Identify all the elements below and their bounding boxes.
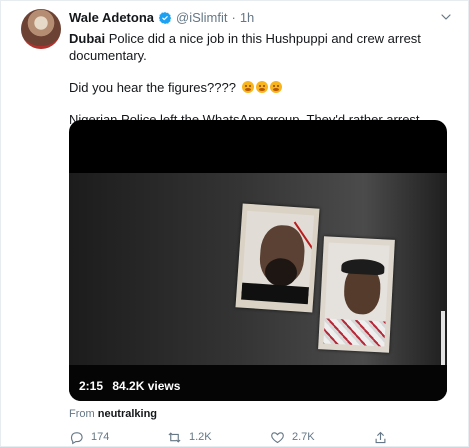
like-action[interactable]: 2.7K	[270, 430, 315, 444]
video-meta: 2:15 84.2K views	[79, 379, 186, 393]
chevron-down-icon[interactable]	[438, 9, 454, 25]
reply-count: 174	[91, 431, 110, 443]
verified-badge-icon	[158, 11, 172, 24]
source-attribution: From neutralking	[69, 408, 157, 420]
suspect-photo-right	[318, 236, 395, 353]
author-name[interactable]: Wale Adetona	[69, 10, 154, 25]
tweet-header: Wale Adetona @iSlimfit · 1h	[69, 10, 254, 25]
tweet-time[interactable]: 1h	[240, 10, 254, 25]
reply-icon	[70, 431, 83, 444]
reply-action[interactable]: 174	[69, 430, 109, 444]
tweet-actions: 174 1.2K 2.7K	[69, 430, 399, 444]
retweet-action[interactable]: 1.2K	[167, 430, 212, 444]
heart-icon	[271, 431, 284, 443]
open-mouth-face-emoji	[269, 81, 282, 93]
video-duration: 2:15	[79, 379, 104, 393]
share-action[interactable]	[373, 430, 388, 444]
meta-separator: ·	[231, 10, 236, 25]
source-link[interactable]: neutralking	[98, 408, 157, 420]
tweet-card[interactable]: Wale Adetona @iSlimfit · 1h Dubai Police…	[0, 0, 469, 447]
display-stand	[441, 311, 445, 365]
video-player[interactable]: 2:15 84.2K views	[69, 120, 447, 401]
video-views: 84.2K views	[112, 379, 181, 393]
retweet-count: 1.2K	[189, 431, 212, 443]
open-mouth-face-emoji	[241, 81, 254, 93]
suspect-photo-left	[235, 203, 320, 313]
retweet-icon	[168, 431, 181, 443]
tweet-line-2: Did you hear the figures????	[69, 80, 236, 95]
tweet-line-1: Police did a nice job in this Hushpuppi …	[69, 31, 421, 63]
avatar[interactable]	[21, 9, 61, 49]
author-handle[interactable]: @iSlimfit	[176, 10, 227, 25]
from-label: From	[69, 408, 95, 420]
like-count: 2.7K	[292, 431, 315, 443]
bold-location: Dubai	[69, 31, 106, 46]
share-icon	[375, 431, 386, 443]
open-mouth-face-emoji	[255, 81, 268, 93]
